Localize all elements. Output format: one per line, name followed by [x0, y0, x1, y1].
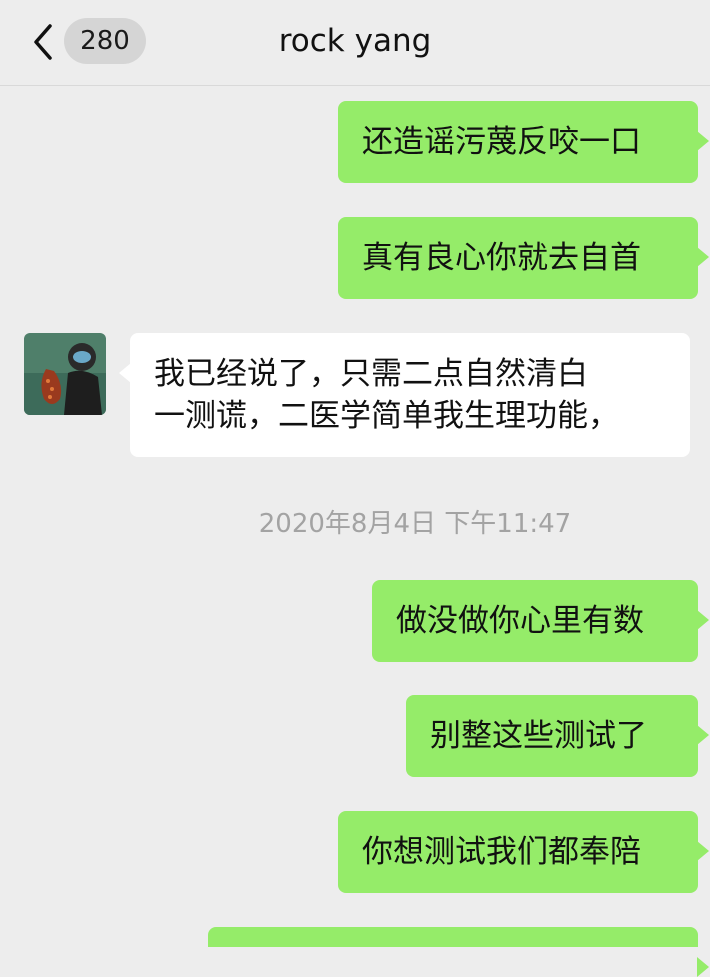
back-button[interactable] — [28, 22, 58, 62]
outgoing-message[interactable]: 别整这些测试了 — [406, 695, 709, 777]
chat-header: 280 rock yang — [0, 0, 710, 86]
chevron-left-icon — [34, 24, 52, 60]
message-text: 你想测试我们都奉陪 — [362, 834, 641, 870]
outgoing-message[interactable]: 真有良心你就去自首 — [338, 217, 709, 299]
message-text: 做没做你心里有数 — [396, 603, 644, 639]
outgoing-message[interactable]: 还造谣污蔑反咬一口 — [338, 101, 709, 183]
message-text: 别整这些测试了 — [430, 718, 647, 754]
message-text-line: 一测谎，二医学简单我生理功能， — [154, 398, 619, 434]
contact-avatar[interactable] — [24, 333, 106, 415]
outgoing-message[interactable]: 你想测试我们都奉陪 — [338, 811, 709, 893]
message-text-line: 我已经说了，只需二点自然清白 — [154, 356, 588, 392]
outgoing-message[interactable]: 做没做你心里有数 — [372, 580, 709, 662]
message-text: 真有良心你就去自首 — [362, 240, 641, 276]
outgoing-message-partial[interactable] — [208, 927, 709, 977]
chat-title: rock yang — [278, 23, 432, 59]
unread-count-badge[interactable]: 280 — [64, 18, 146, 64]
message-text: 还造谣污蔑反咬一口 — [362, 124, 641, 160]
incoming-message[interactable]: 我已经说了，只需二点自然清白 一测谎，二医学简单我生理功能， — [119, 333, 690, 457]
message-timestamp: 2020年8月4日 下午11:47 — [258, 509, 572, 539]
diver-photo-avatar — [24, 333, 106, 415]
